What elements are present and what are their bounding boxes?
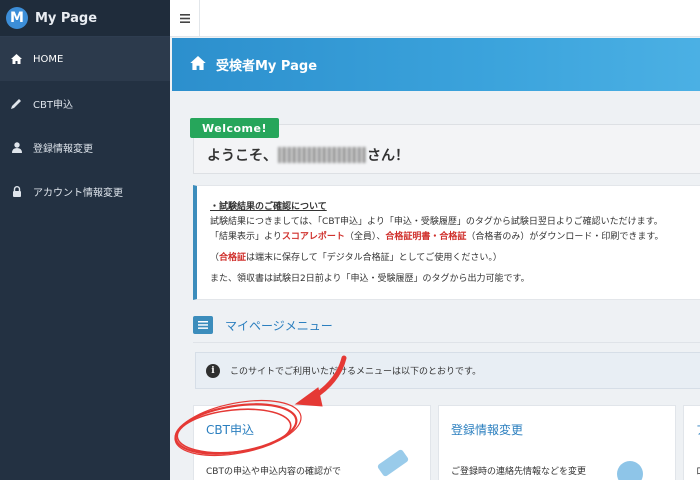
sidebar-item-home[interactable]: HOME: [0, 37, 170, 81]
notice-text: （全員）、: [344, 232, 386, 242]
notice-text: （合格者のみ）がダウンロード・印刷できます。: [466, 232, 664, 242]
brand-logo: M: [6, 7, 28, 29]
home-icon: [10, 54, 23, 64]
lock-icon: [10, 185, 23, 197]
card-description: ご登録時の連絡先情報などを変更: [451, 467, 587, 477]
greeting-prefix: ようこそ、: [207, 148, 277, 164]
notice-text: 「結果表示」より: [210, 232, 282, 242]
sidebar-item-label: HOME: [33, 53, 64, 65]
page-title: 受検者My Page: [216, 59, 318, 74]
notice-highlight: 合格証明書・合格証: [385, 232, 467, 242]
blurred-user-name: [278, 147, 366, 163]
results-notice: ・試験結果のご確認について 試験結果につきましては、「CBT申込」より「申込・受…: [193, 185, 700, 300]
notice-title: ・試験結果のご確認について: [210, 202, 327, 212]
notice-line: 「結果表示」よりスコアレポート（全員）、合格証明書・合格証（合格者のみ）がダウン…: [210, 230, 700, 245]
user-icon: [10, 141, 23, 153]
info-banner-text: このサイトでご利用いただけるメニューは以下のとおりです。: [230, 367, 482, 377]
notice-highlight: スコアレポート: [281, 232, 345, 242]
sidebar-item-label: 登録情報変更: [33, 143, 93, 155]
divider: [193, 342, 700, 343]
sidebar-item-profile[interactable]: 登録情報変更: [0, 125, 170, 169]
sidebar-item-label: CBT申込: [33, 99, 73, 111]
welcome-greeting: ようこそ、 さん！: [207, 145, 409, 165]
notice-line: 試験結果につきましては、「CBT申込」より「申込・受験履歴」のタグから試験日翌日…: [210, 217, 663, 227]
notice-highlight: 合格証: [219, 253, 247, 263]
page-header: 受検者My Page: [172, 38, 700, 91]
notice-text: （: [210, 253, 220, 263]
list-icon: [193, 316, 213, 334]
brand-title: My Page: [35, 10, 98, 26]
hamburger-icon[interactable]: [170, 0, 200, 37]
info-banner: i このサイトでご利用いただけるメニューは以下のとおりです。: [195, 352, 700, 389]
menu-section-heading: マイページメニュー: [193, 313, 333, 337]
notice-line: また、領収書は試験日2日前より「申込・受験履歴」のタグから出力可能です。: [210, 274, 530, 284]
sidebar-item-cbt[interactable]: CBT申込: [0, 81, 170, 125]
pencil-icon: [10, 98, 23, 109]
card-description: ロ: [696, 464, 700, 477]
card-title[interactable]: ア: [696, 421, 700, 438]
notice-line: （合格証は端末に保存して「デジタル合格証」としてご使用ください。）: [210, 251, 700, 266]
brand[interactable]: M My Page: [0, 0, 170, 37]
sidebar-item-account[interactable]: アカウント情報変更: [0, 169, 170, 213]
menu-section-title: マイページメニュー: [225, 318, 333, 333]
notice-text: は端末に保存して「デジタル合格証」としてご使用ください。）: [246, 253, 502, 263]
user-decoration-icon: [617, 461, 643, 480]
card-description: CBTの申込や申込内容の確認がで: [206, 467, 341, 477]
card-title[interactable]: 登録情報変更: [451, 421, 523, 438]
sidebar-nav: HOME CBT申込 登録情報変更 アカウント情報変更: [0, 37, 170, 213]
topbar: [170, 0, 700, 37]
sidebar: M My Page HOME CBT申込 登録情報変更 アカウント情報変更: [0, 0, 170, 480]
menu-card-account[interactable]: ア ロ: [683, 405, 700, 480]
card-title[interactable]: CBT申込: [206, 421, 254, 438]
greeting-suffix: さん！: [367, 148, 409, 164]
welcome-badge: Welcome!: [190, 118, 279, 138]
sidebar-item-label: アカウント情報変更: [33, 187, 123, 199]
info-icon: i: [206, 363, 220, 378]
home-icon: [190, 55, 206, 74]
